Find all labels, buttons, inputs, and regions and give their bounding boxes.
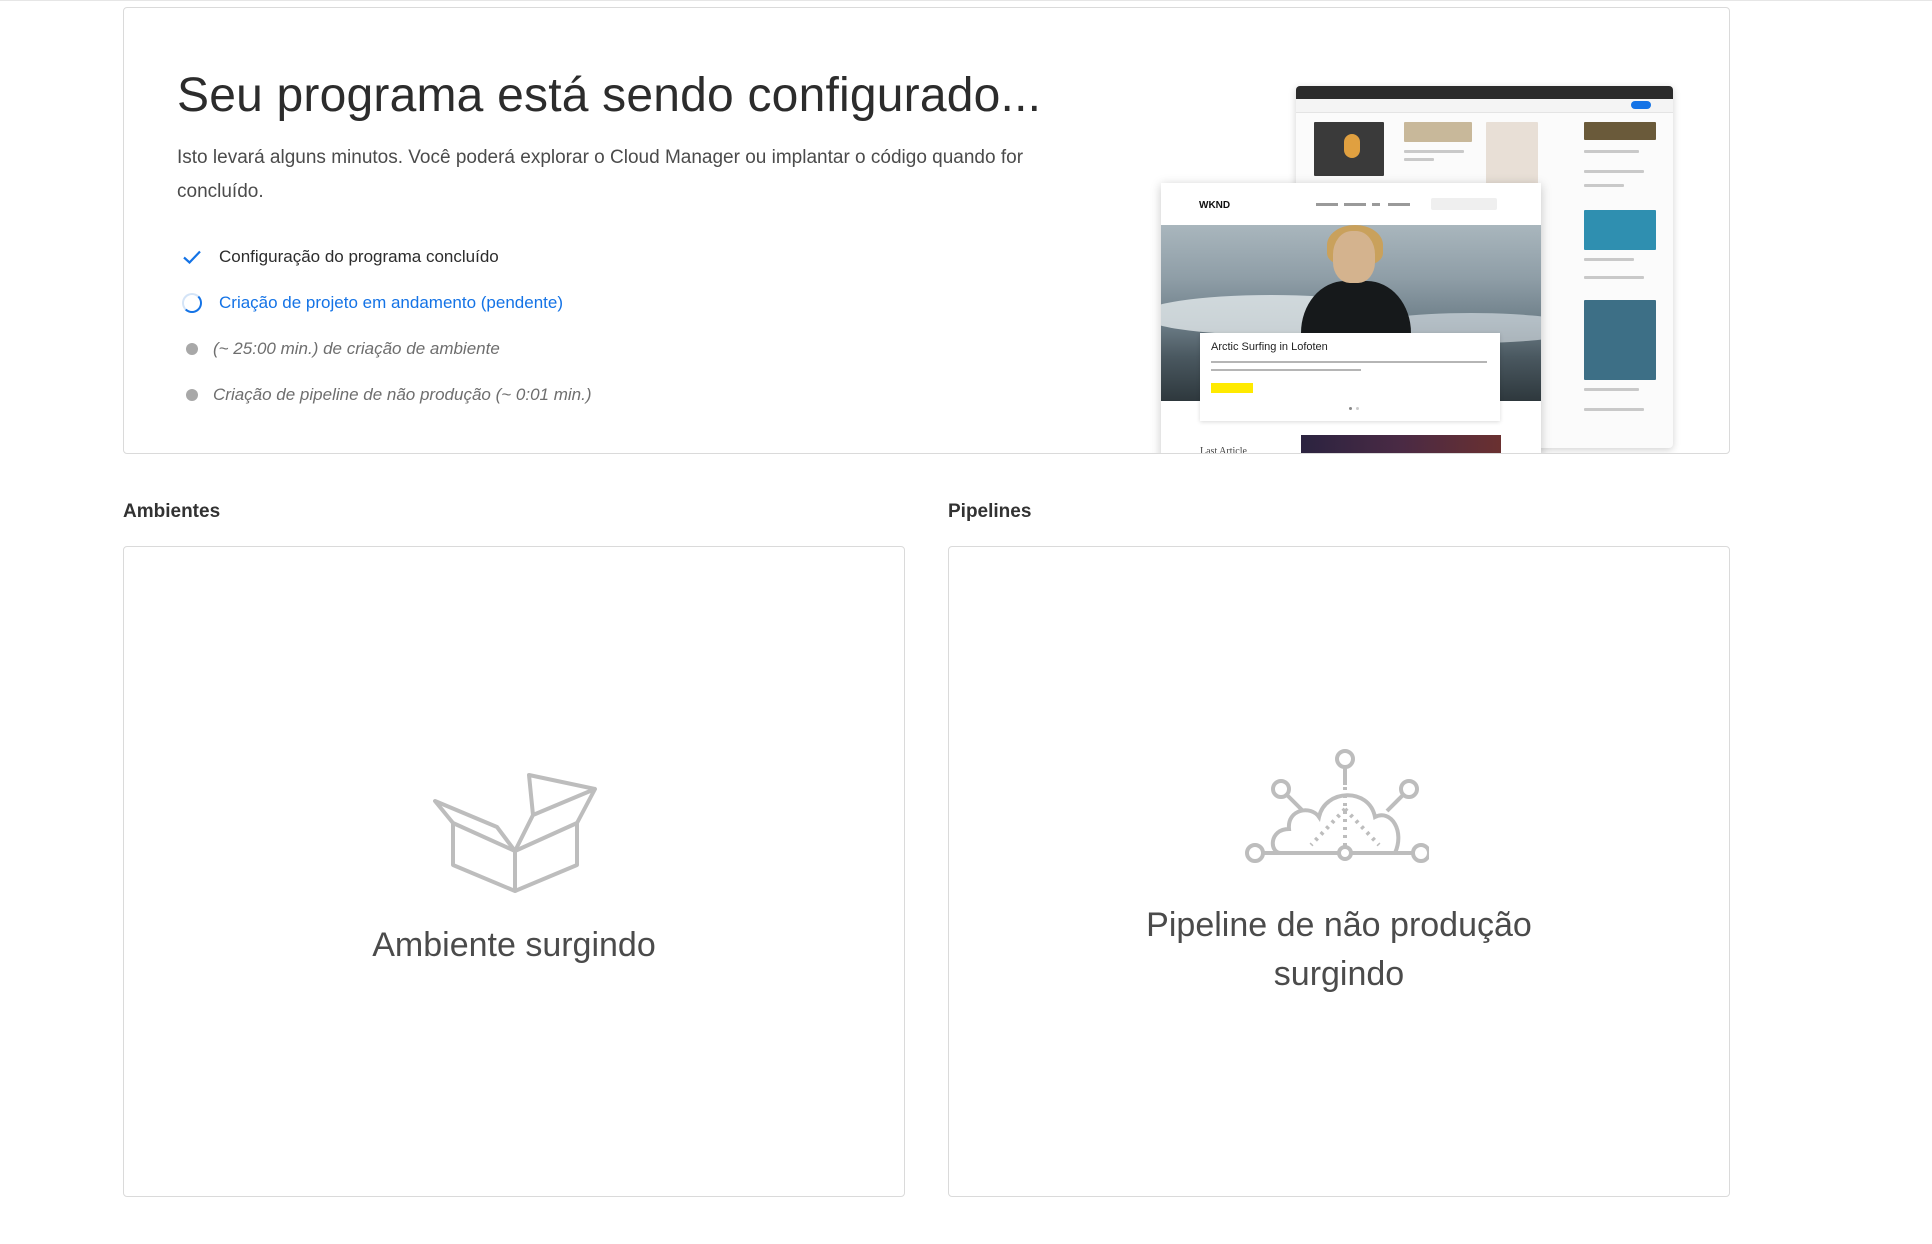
setup-step-project: Criação de projeto em andamento (pendent… — [177, 280, 592, 326]
program-setup-card: Seu programa está sendo configurado... I… — [123, 7, 1730, 454]
setup-step-label: Criação de pipeline de não produção (~ 0… — [213, 385, 592, 404]
setup-description: Isto levará alguns minutos. Você poderá … — [177, 147, 1024, 202]
spinner-icon — [177, 291, 207, 315]
setup-step-label: (~ 25:00 min.) de criação de ambiente — [213, 339, 500, 358]
dot-icon — [177, 337, 207, 361]
cloud-pipeline-icon — [1245, 749, 1431, 870]
top-divider — [0, 0, 1932, 1]
dot-icon — [177, 383, 207, 407]
environments-empty-text: Ambiente surgindo — [372, 926, 656, 964]
pipelines-empty-text-line2: surgindo — [1273, 955, 1405, 993]
pipelines-heading: Pipelines — [948, 501, 1032, 522]
page-title: Seu programa está sendo configurado... — [177, 69, 1042, 122]
pipelines-empty-text-line1: Pipeline de não produção — [1146, 906, 1532, 944]
last-article-label: Last Article — [1200, 446, 1247, 454]
hero-card-title: Arctic Surfing in Lofoten — [1211, 341, 1328, 353]
pipelines-card: Pipeline de não produção surgindo — [948, 546, 1730, 1197]
setup-steps-list: Configuração do programa concluído Criaç… — [177, 234, 592, 418]
setup-step-environment: (~ 25:00 min.) de criação de ambiente — [177, 326, 592, 372]
setup-step-label: Criação de projeto em andamento (pendent… — [219, 293, 563, 312]
wknd-logo: WKND — [1199, 200, 1231, 211]
environments-card: Ambiente surgindo — [123, 546, 905, 1197]
setup-step-label: Configuração do programa concluído — [219, 247, 499, 266]
setup-step-pipeline: Criação de pipeline de não produção (~ 0… — [177, 372, 592, 418]
checkmark-icon — [177, 245, 207, 269]
box-icon — [433, 771, 597, 900]
preview-front-window: WKND Arctic Surfing in Lofoten Last Arti… — [1161, 183, 1541, 454]
pipelines-empty-text: Pipeline de não produção surgindo — [949, 901, 1729, 999]
site-preview-illustration: WKND Arctic Surfing in Lofoten Last Arti… — [1161, 86, 1673, 454]
environments-heading: Ambientes — [123, 501, 221, 522]
setup-step-program: Configuração do programa concluído — [177, 234, 592, 280]
